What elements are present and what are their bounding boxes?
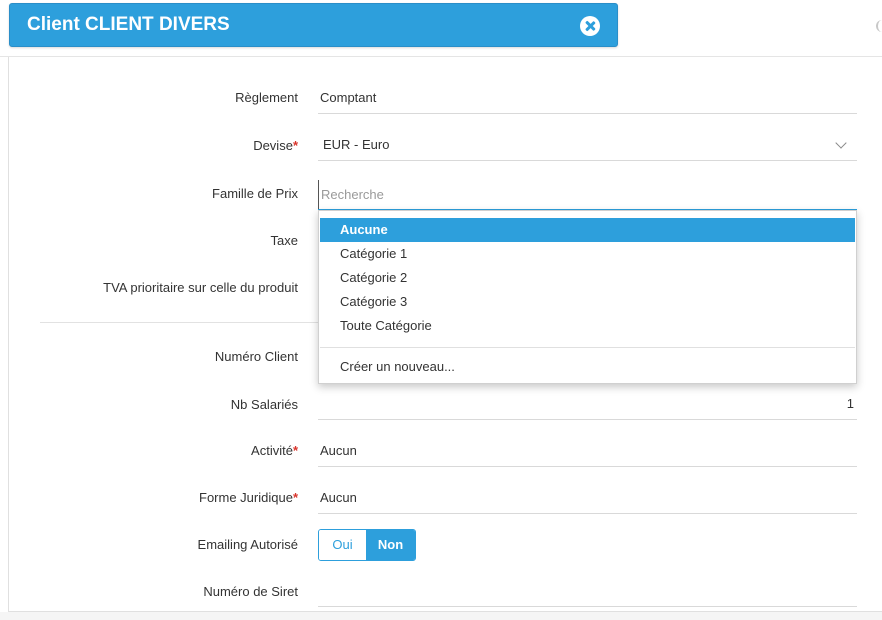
nb-salaries-field[interactable]: 1 [318,390,857,420]
close-icon[interactable] [580,16,600,36]
forme-juridique-label: Forme Juridique* [199,490,298,505]
activite-label-text: Activité [251,443,293,458]
chevron-down-icon[interactable] [835,137,847,149]
devise-label-text: Devise [253,138,293,153]
reglement-value: Comptant [320,90,377,105]
activite-field[interactable]: Aucun [318,437,857,467]
nb-salaries-value: 1 [846,396,854,411]
dropdown-separator [320,347,855,348]
dropdown-option-aucune[interactable]: Aucune [320,218,855,242]
emailing-non-button[interactable]: Non [366,530,415,560]
panel-border-left [8,57,9,612]
required-mark: * [292,138,298,153]
taxe-label: Taxe [270,233,298,248]
dropdown-create-new[interactable]: Créer un nouveau... [320,355,855,379]
activite-label: Activité* [251,443,298,458]
dropdown-option-categorie-3[interactable]: Catégorie 3 [320,290,855,314]
reglement-label: Règlement [235,90,298,105]
siret-label: Numéro de Siret [203,584,298,599]
famille-prix-dropdown: Aucune Catégorie 1 Catégorie 2 Catégorie… [318,210,857,384]
famille-prix-label: Famille de Prix [212,186,298,201]
required-mark: * [292,490,298,505]
tva-label: TVA prioritaire sur celle du produit [103,280,298,295]
famille-prix-field[interactable] [318,180,857,210]
required-mark: * [292,443,298,458]
forme-juridique-label-text: Forme Juridique [199,490,293,505]
dropdown-option-categorie-1[interactable]: Catégorie 1 [320,242,855,266]
siret-field[interactable] [318,577,857,607]
devise-select[interactable]: EUR - Euro [318,131,857,161]
emailing-oui-button[interactable]: Oui [319,530,366,560]
famille-prix-search-input[interactable] [318,180,857,209]
forme-juridique-value: Aucun [320,490,357,505]
panel-footer-band [0,612,882,620]
numero-client-label: Numéro Client [214,349,298,364]
devise-label: Devise* [253,138,298,153]
nb-salaries-label: Nb Salariés [230,397,298,412]
emailing-toggle[interactable]: Oui Non [318,529,416,561]
dropdown-option-categorie-2[interactable]: Catégorie 2 [320,266,855,290]
activite-value: Aucun [320,443,357,458]
emailing-label: Emailing Autorisé [197,537,298,552]
partial-icon [876,20,882,32]
dialog-title: Client CLIENT DIVERS [27,14,230,35]
section-divider [40,322,320,323]
reglement-field[interactable]: Comptant [318,84,857,114]
devise-value: EUR - Euro [323,137,390,152]
dialog-header: Client CLIENT DIVERS [9,3,618,47]
dropdown-option-toute-categorie[interactable]: Toute Catégorie [320,314,855,338]
forme-juridique-field[interactable]: Aucun [318,484,857,514]
